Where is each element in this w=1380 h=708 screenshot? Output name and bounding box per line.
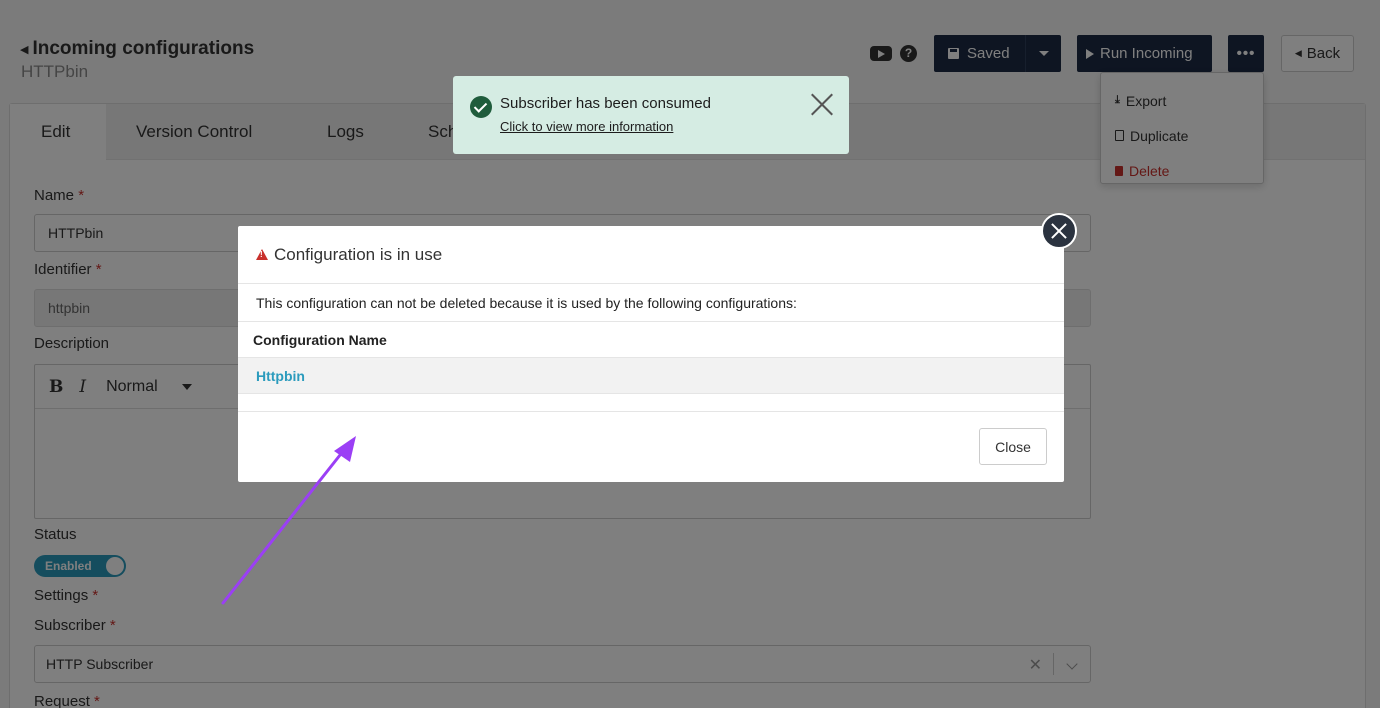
configuration-link[interactable]: Httpbin (256, 368, 305, 384)
success-toast: Subscriber has been consumed Click to vi… (453, 76, 849, 154)
warning-icon (256, 249, 268, 260)
close-icon[interactable] (810, 92, 834, 116)
close-button[interactable]: Close (979, 428, 1047, 465)
dialog-message: This configuration can not be deleted be… (238, 284, 1064, 322)
toast-message: Subscriber has been consumed (500, 95, 711, 112)
table-header: Configuration Name (238, 322, 1064, 358)
table-row: Httpbin (238, 358, 1064, 394)
close-dialog-icon[interactable] (1041, 213, 1077, 249)
toast-more-info-link[interactable]: Click to view more information (500, 119, 673, 134)
config-in-use-dialog: Configuration is in use This configurati… (238, 226, 1064, 482)
check-circle-icon (470, 96, 492, 118)
dialog-header: Configuration is in use (238, 226, 1064, 284)
dialog-footer: Close (238, 411, 1064, 482)
dialog-title: Configuration is in use (274, 244, 443, 264)
